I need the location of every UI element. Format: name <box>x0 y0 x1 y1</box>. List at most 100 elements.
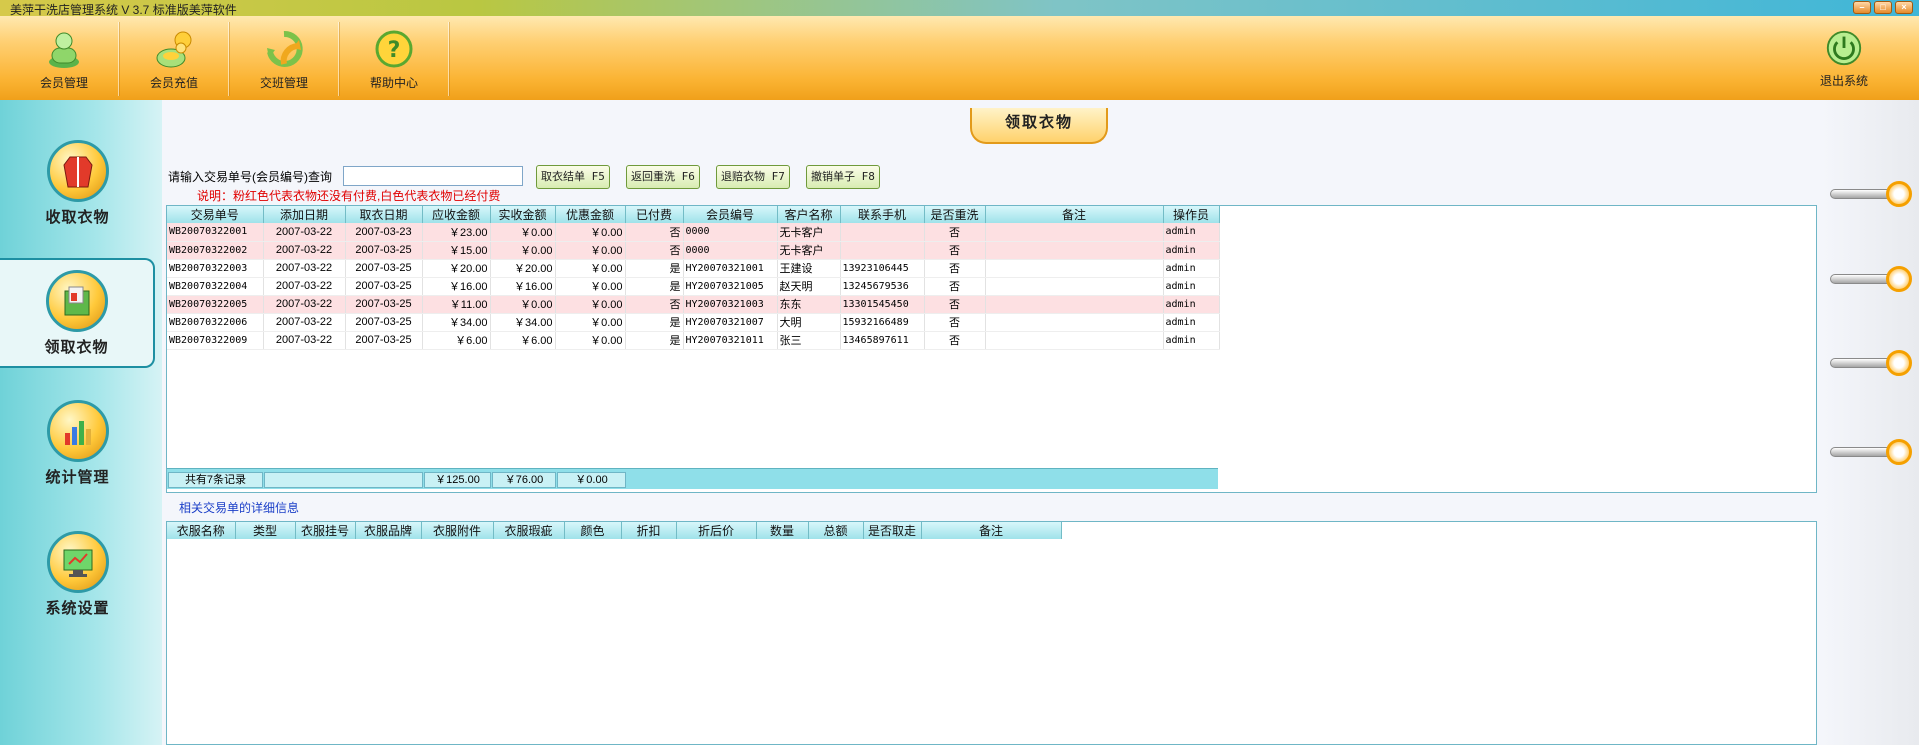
column-header[interactable]: 衣服名称 <box>167 522 236 539</box>
column-header[interactable]: 折扣 <box>621 522 677 539</box>
table-cell-payed: 是 <box>625 313 684 332</box>
table-cell-disc: ￥0.00 <box>555 241 626 260</box>
table-cell-rewash: 否 <box>924 277 986 296</box>
column-header[interactable]: 数量 <box>756 522 809 539</box>
toolbar-label: 交班管理 <box>259 76 308 90</box>
shift-icon <box>267 30 303 67</box>
column-header[interactable]: 应收金额 <box>422 206 491 223</box>
table-cell-disc: ￥0.00 <box>555 259 626 278</box>
column-header[interactable]: 取衣日期 <box>345 206 423 223</box>
table-cell-phone: 13923106445 <box>840 259 925 278</box>
table-cell-disc: ￥0.00 <box>555 277 626 296</box>
column-header[interactable]: 备注 <box>985 206 1164 223</box>
page-title: 领取衣物 <box>970 108 1108 144</box>
discount-total: ￥0.00 <box>557 472 626 488</box>
table-cell-remark <box>985 331 1164 350</box>
table-cell-member: HY20070321003 <box>683 295 778 314</box>
toolbar-member-button[interactable]: 会员管理 <box>9 16 119 100</box>
details-grid[interactable]: 衣服名称 类型 衣服挂号 衣服品牌 衣服附件 衣服瑕疵 颜色 折扣 折后价 数量 总额 是否取走 备注 <box>166 521 1817 745</box>
table-cell-id: WB20070322002 <box>167 241 264 260</box>
binder-ring-icon <box>1830 439 1912 465</box>
table-cell-add: 2007-03-22 <box>263 295 346 314</box>
table-row[interactable]: WB20070322002 2007-03-22 2007-03-25 ￥15.00 ￥… <box>167 241 1220 260</box>
column-header[interactable]: 衣服瑕疵 <box>493 522 565 539</box>
table-cell-add: 2007-03-22 <box>263 331 346 350</box>
orders-grid[interactable]: 交易单号 添加日期 取衣日期 应收金额 实收金额 优惠金额 已付费 会员编号 客户名称 联系手机是… <box>166 205 1817 493</box>
close-button[interactable]: × <box>1895 1 1913 14</box>
table-cell-add: 2007-03-22 <box>263 223 346 242</box>
column-header[interactable]: 操作员 <box>1163 206 1220 223</box>
table-cell-op: admin <box>1163 223 1220 242</box>
column-header[interactable]: 交易单号 <box>167 206 264 223</box>
column-header[interactable]: 已付费 <box>625 206 684 223</box>
table-cell-paid: ￥20.00 <box>490 259 556 278</box>
window-controls: – □ × <box>1853 1 1913 14</box>
table-row[interactable]: WB20070322009 2007-03-22 2007-03-25 ￥6.00 ￥6… <box>167 331 1220 350</box>
table-cell-id: WB20070322009 <box>167 331 264 350</box>
column-header[interactable]: 优惠金额 <box>555 206 626 223</box>
binder-ring-icon <box>1830 266 1912 292</box>
column-header[interactable]: 是否取走 <box>863 522 922 539</box>
column-header[interactable]: 会员编号 <box>683 206 778 223</box>
help-icon: ? <box>375 30 413 68</box>
table-cell-op: admin <box>1163 241 1220 260</box>
table-cell-member: 0000 <box>683 223 778 242</box>
table-cell-add: 2007-03-22 <box>263 277 346 296</box>
table-cell-due: ￥34.00 <box>422 313 491 332</box>
column-header[interactable]: 备注 <box>921 522 1062 539</box>
column-header[interactable]: 总额 <box>808 522 864 539</box>
checkout-button[interactable]: 取衣结单 F5 <box>536 165 610 189</box>
main-toolbar: 会员管理 会员充值 交班管理 ? 帮助中心 退出系统 <box>0 16 1919 100</box>
column-header[interactable]: 折后价 <box>676 522 757 539</box>
column-header[interactable]: 客户名称 <box>777 206 841 223</box>
cancel-order-button[interactable]: 撤销单子 F8 <box>806 165 880 189</box>
table-row[interactable]: WB20070322004 2007-03-22 2007-03-25 ￥16.00 ￥… <box>167 277 1220 296</box>
toolbar-help-button[interactable]: ? 帮助中心 <box>339 16 449 100</box>
toolbar-recharge-button[interactable]: 会员充值 <box>119 16 229 100</box>
table-row[interactable]: WB20070322006 2007-03-22 2007-03-25 ￥34.00 ￥… <box>167 313 1220 332</box>
table-cell-pick: 2007-03-25 <box>345 277 423 296</box>
column-header[interactable]: 颜色 <box>564 522 622 539</box>
table-cell-paid: ￥16.00 <box>490 277 556 296</box>
column-header[interactable]: 添加日期 <box>263 206 346 223</box>
table-cell-remark <box>985 277 1164 296</box>
pickup-icon <box>45 270 108 332</box>
table-cell-phone: 15932166489 <box>840 313 925 332</box>
toolbar-label: 会员充值 <box>149 76 198 90</box>
column-header[interactable]: 类型 <box>235 522 296 539</box>
table-cell-payed: 否 <box>625 241 684 260</box>
table-cell-add: 2007-03-22 <box>263 313 346 332</box>
column-header[interactable]: 衣服品牌 <box>355 522 422 539</box>
table-cell-phone <box>840 223 925 242</box>
column-header[interactable]: 衣服挂号 <box>295 522 356 539</box>
table-cell-paid: ￥34.00 <box>490 313 556 332</box>
query-input[interactable] <box>343 166 523 186</box>
table-cell-pick: 2007-03-25 <box>345 241 423 260</box>
column-header[interactable]: 联系手机 <box>840 206 925 223</box>
summary-spacer <box>264 472 423 488</box>
table-cell-op: admin <box>1163 313 1220 332</box>
table-cell-member: 0000 <box>683 241 778 260</box>
column-header[interactable]: 是否重洗 <box>924 206 986 223</box>
sidebar-item-pickup[interactable]: 领取衣物 <box>0 258 155 368</box>
table-row[interactable]: WB20070322001 2007-03-22 2007-03-23 ￥23.00 ￥… <box>167 223 1220 242</box>
toolbar-exit-button[interactable]: 退出系统 <box>1809 16 1879 100</box>
orders-summary: 共有7条记录 ￥125.00 ￥76.00 ￥0.00 <box>167 468 1218 489</box>
column-header[interactable]: 实收金额 <box>490 206 556 223</box>
minimize-button[interactable]: – <box>1853 1 1871 14</box>
column-header[interactable]: 衣服附件 <box>421 522 494 539</box>
sidebar-item-settings[interactable]: 系统设置 <box>0 521 155 631</box>
details-table: 衣服名称 类型 衣服挂号 衣服品牌 衣服附件 衣服瑕疵 颜色 折扣 折后价 数量 总额 是否取走 备注 <box>167 522 1062 539</box>
chart-icon <box>46 400 109 462</box>
rewash-button[interactable]: 返回重洗 F6 <box>626 165 700 189</box>
title-bar: 美萍干洗店管理系统 V 3.7 标准版美萍软件 – □ × <box>0 0 1919 17</box>
maximize-button[interactable]: □ <box>1874 1 1892 14</box>
toolbar-shift-button[interactable]: 交班管理 <box>229 16 339 100</box>
table-cell-phone <box>840 241 925 260</box>
table-row[interactable]: WB20070322005 2007-03-22 2007-03-25 ￥11.00 ￥… <box>167 295 1220 314</box>
sidebar-item-receive[interactable]: 收取衣物 <box>0 130 155 240</box>
table-cell-due: ￥11.00 <box>422 295 491 314</box>
table-row[interactable]: WB20070322003 2007-03-22 2007-03-25 ￥20.00 ￥… <box>167 259 1220 278</box>
sidebar-item-statistics[interactable]: 统计管理 <box>0 390 155 500</box>
refund-button[interactable]: 退赔衣物 F7 <box>716 165 790 189</box>
